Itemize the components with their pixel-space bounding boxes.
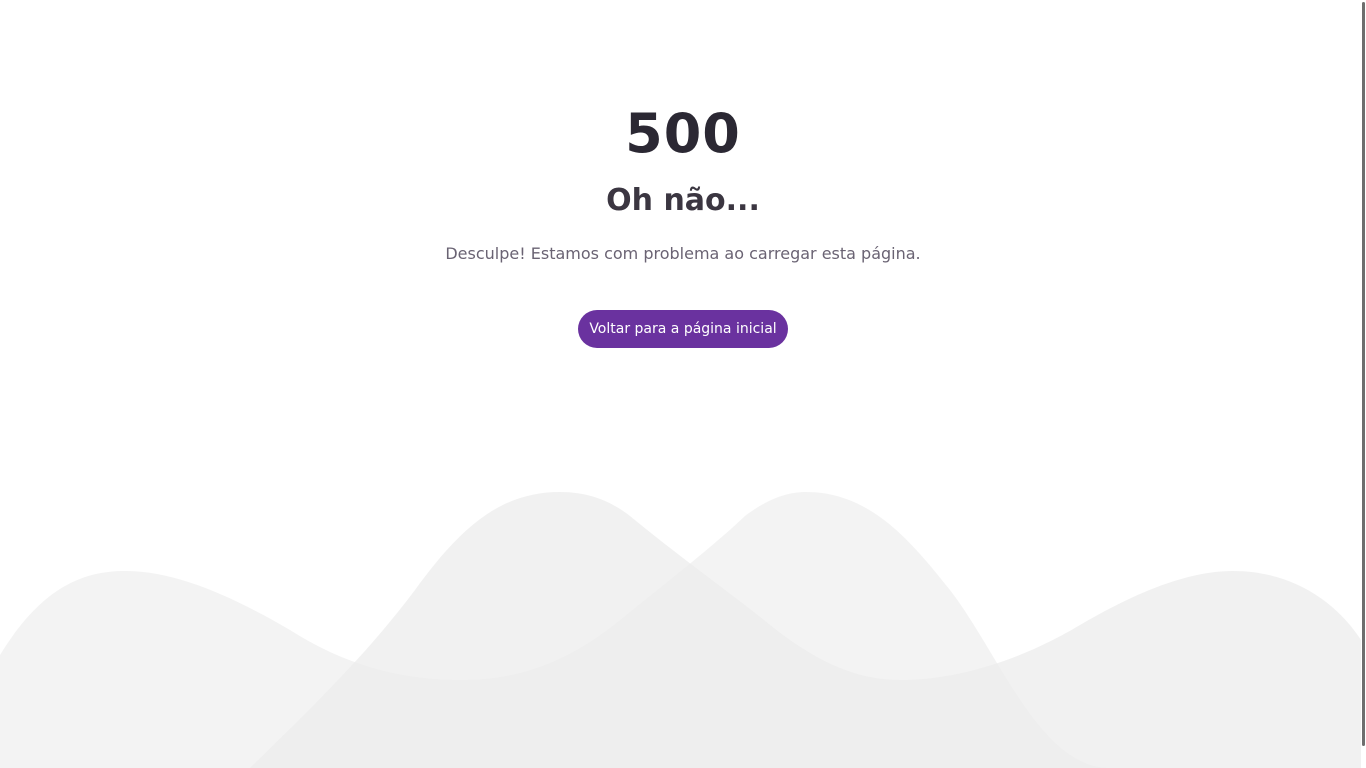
error-message: Desculpe! Estamos com problema ao carreg…: [445, 244, 921, 263]
error-code: 500: [625, 102, 741, 165]
scrollbar-thumb[interactable]: [1362, 2, 1365, 746]
error-page: 500 Oh não... Desculpe! Estamos com prob…: [0, 0, 1366, 768]
back-to-home-button[interactable]: Voltar para a página inicial: [578, 310, 788, 348]
error-title: Oh não...: [606, 183, 760, 218]
